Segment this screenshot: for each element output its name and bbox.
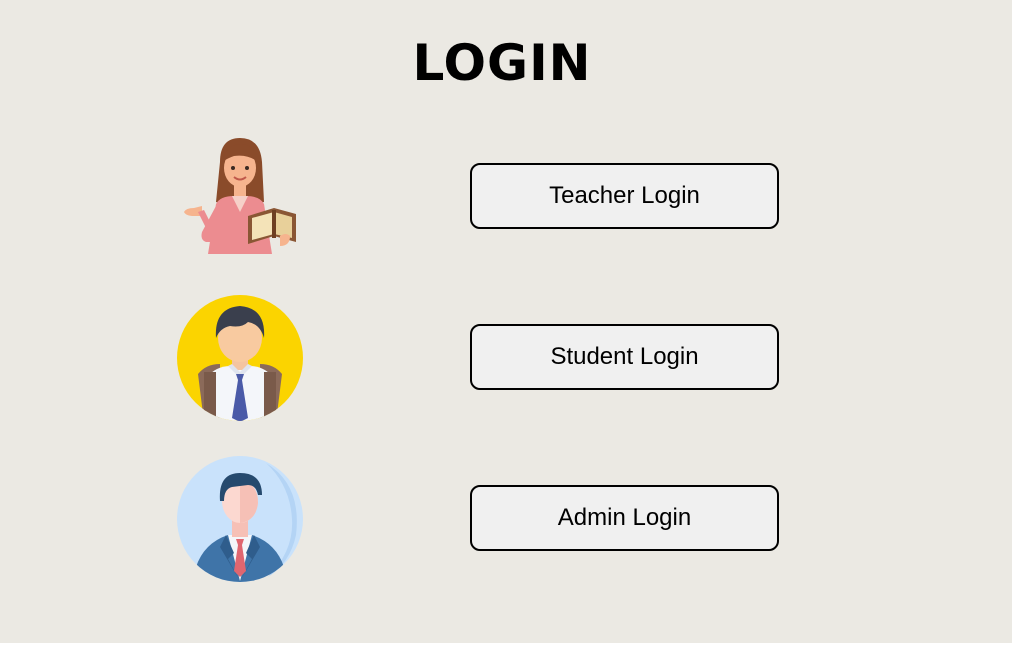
page-title: LOGIN [412, 34, 592, 92]
admin-avatar-icon [176, 455, 304, 583]
student-avatar-icon [176, 294, 304, 422]
teacher-avatar-icon [176, 132, 304, 260]
student-login-button[interactable]: Student Login [470, 324, 779, 390]
admin-login-button[interactable]: Admin Login [470, 485, 779, 551]
teacher-login-button[interactable]: Teacher Login [470, 163, 779, 229]
